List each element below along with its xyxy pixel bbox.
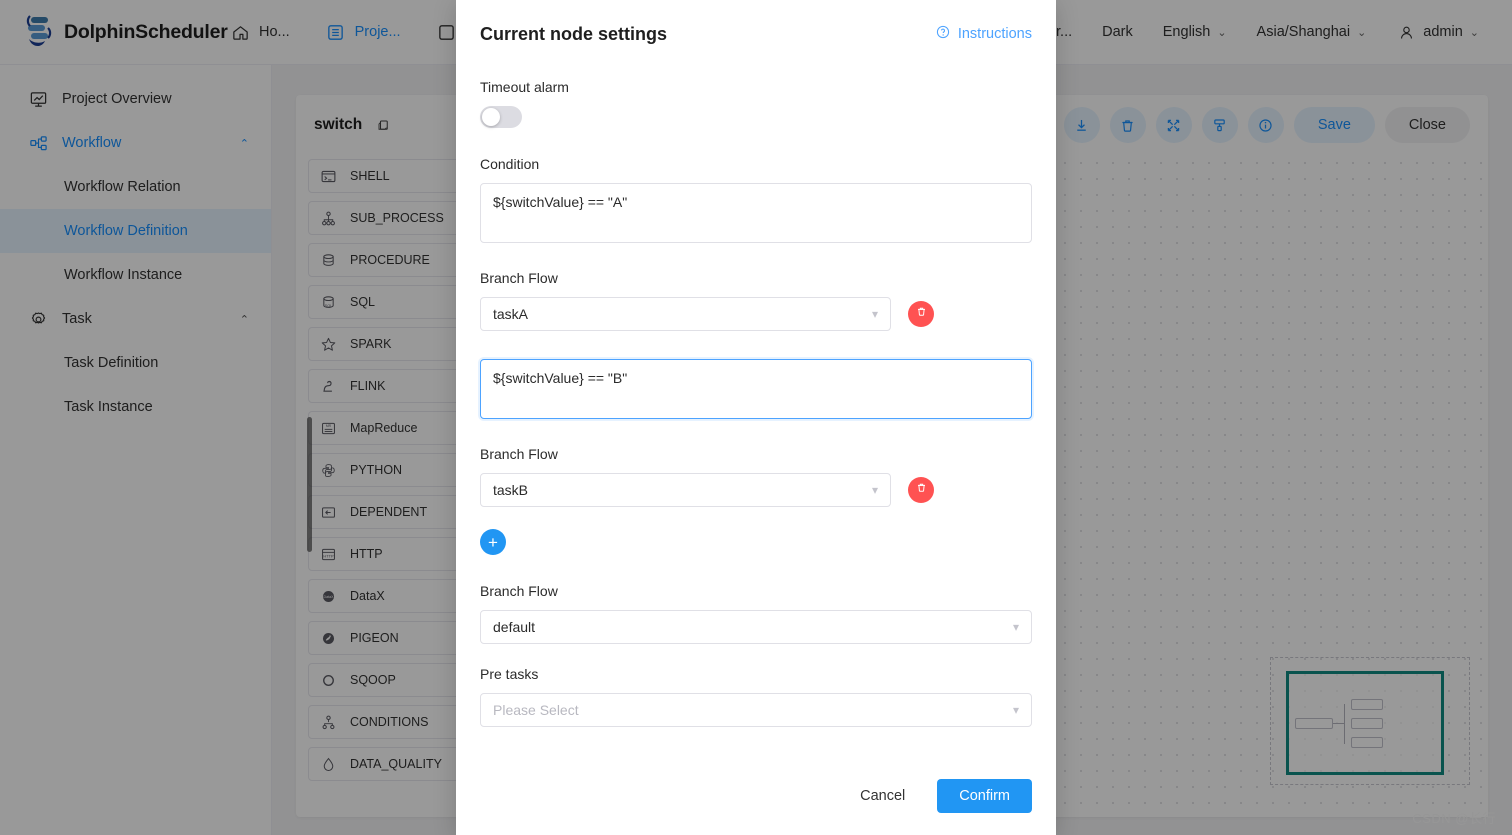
- branch-flow-row-2: taskB ▾: [480, 473, 1032, 507]
- branch-flow-value-1: taskA: [493, 306, 528, 322]
- default-branch-flow-label: Branch Flow: [480, 583, 1032, 599]
- toggle-knob: [482, 108, 500, 126]
- chevron-down-icon: ▾: [1013, 703, 1019, 717]
- branch-flow-label-1: Branch Flow: [480, 270, 1032, 286]
- current-node-settings-dialog: Current node settings Instructions Timeo…: [456, 0, 1056, 835]
- pre-tasks-placeholder: Please Select: [493, 702, 579, 718]
- chevron-down-icon: ▾: [1013, 620, 1019, 634]
- app-root: DolphinScheduler Ho... Proje...: [0, 0, 1512, 835]
- dialog-header: Current node settings Instructions: [456, 0, 1056, 45]
- confirm-button[interactable]: Confirm: [937, 779, 1032, 813]
- trash-icon: [915, 305, 928, 323]
- delete-branch-button-2[interactable]: [908, 477, 934, 503]
- condition-input-2[interactable]: [480, 359, 1032, 419]
- chevron-down-icon: ▾: [872, 483, 878, 497]
- branch-flow-label-2: Branch Flow: [480, 446, 1032, 462]
- timeout-alarm-toggle[interactable]: [480, 106, 522, 128]
- condition-input-1[interactable]: [480, 183, 1032, 243]
- branch-flow-select-1[interactable]: taskA ▾: [480, 297, 891, 331]
- timeout-alarm-label: Timeout alarm: [480, 79, 1032, 95]
- condition-label: Condition: [480, 156, 1032, 172]
- delete-branch-button-1[interactable]: [908, 301, 934, 327]
- branch-flow-select-2[interactable]: taskB ▾: [480, 473, 891, 507]
- plus-icon: +: [488, 534, 498, 551]
- pre-tasks-label: Pre tasks: [480, 666, 1032, 682]
- branch-flow-row-1: taskA ▾: [480, 297, 1032, 331]
- instructions-link[interactable]: Instructions: [935, 24, 1032, 44]
- instructions-label: Instructions: [958, 26, 1032, 42]
- dialog-footer: Cancel Confirm: [456, 779, 1056, 835]
- help-circle-icon: [935, 24, 951, 44]
- default-branch-select[interactable]: default ▾: [480, 610, 1032, 644]
- branch-flow-value-2: taskB: [493, 482, 528, 498]
- add-branch-button[interactable]: +: [480, 529, 506, 555]
- pre-tasks-select[interactable]: Please Select ▾: [480, 693, 1032, 727]
- dialog-title: Current node settings: [480, 24, 667, 45]
- chevron-down-icon: ▾: [872, 307, 878, 321]
- dialog-body: Timeout alarm Condition Branch Flow task…: [456, 45, 1056, 779]
- trash-icon: [915, 481, 928, 499]
- default-branch-value: default: [493, 619, 535, 635]
- cancel-button[interactable]: Cancel: [844, 779, 921, 813]
